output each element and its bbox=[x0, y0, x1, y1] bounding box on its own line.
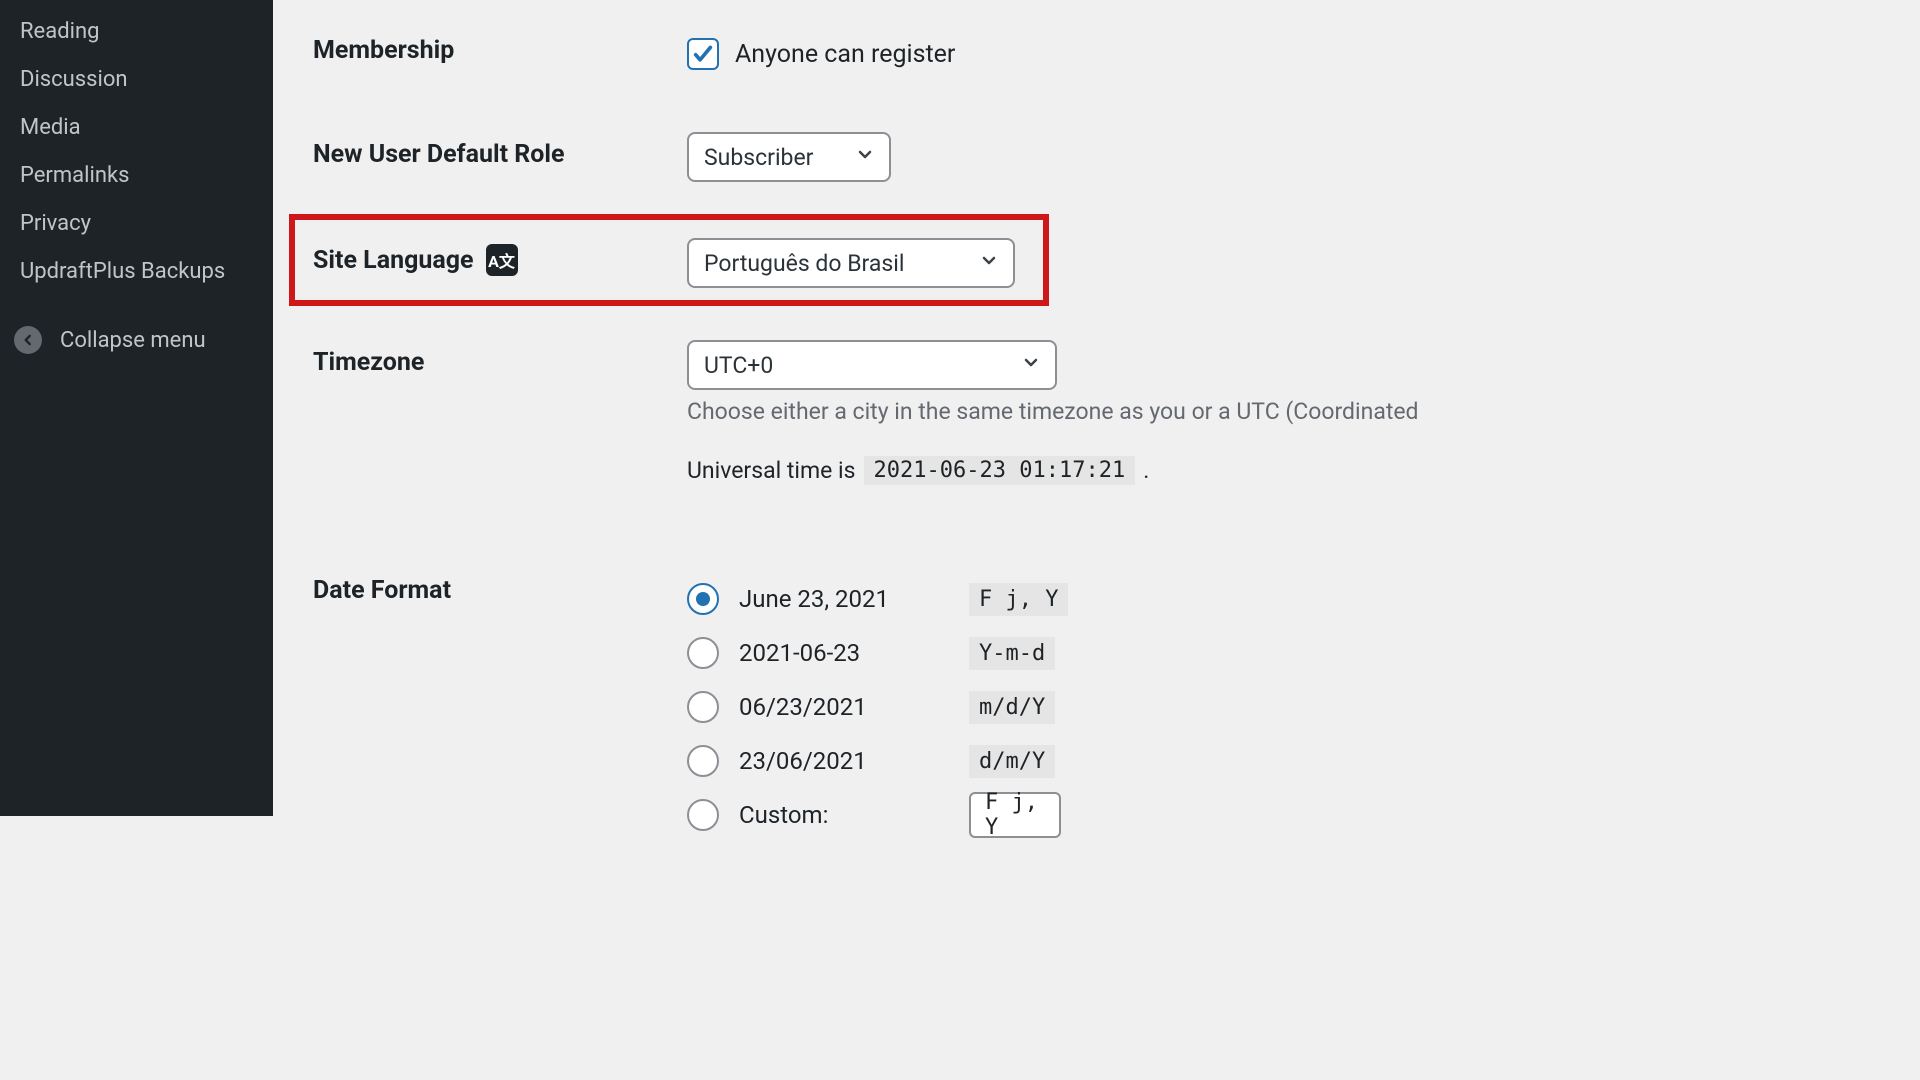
radio-button[interactable] bbox=[687, 691, 719, 723]
default-role-select[interactable]: Subscriber bbox=[687, 132, 891, 182]
date-format-label: Date Format bbox=[313, 576, 451, 605]
sidebar-item-privacy[interactable]: Privacy bbox=[0, 200, 273, 248]
date-format-custom-input[interactable]: F j, Y bbox=[969, 792, 1061, 838]
date-format-code: Y-m-d bbox=[969, 637, 1055, 670]
radio-button[interactable] bbox=[687, 583, 719, 615]
chevron-down-icon bbox=[855, 144, 875, 171]
timezone-label: Timezone bbox=[313, 348, 424, 377]
sidebar-item-permalinks[interactable]: Permalinks bbox=[0, 152, 273, 200]
timezone-universal-line: Universal time is 2021-06-23 01:17:21 . bbox=[687, 456, 1149, 485]
site-language-label-text: Site Language bbox=[313, 246, 474, 275]
site-language-label: Site Language A文 bbox=[313, 244, 518, 276]
timezone-universal-value: 2021-06-23 01:17:21 bbox=[864, 456, 1136, 485]
chevron-down-icon bbox=[979, 250, 999, 277]
admin-sidebar: Reading Discussion Media Permalinks Priv… bbox=[0, 0, 273, 816]
date-format-code: m/d/Y bbox=[969, 691, 1055, 724]
date-format-code: d/m/Y bbox=[969, 745, 1055, 778]
site-language-value: Português do Brasil bbox=[704, 250, 904, 277]
collapse-menu-button[interactable]: Collapse menu bbox=[0, 316, 273, 364]
collapse-menu-label: Collapse menu bbox=[60, 328, 206, 353]
timezone-description: Choose either a city in the same timezon… bbox=[687, 398, 1419, 425]
sidebar-item-updraftplus[interactable]: UpdraftPlus Backups bbox=[0, 248, 273, 296]
date-format-custom-label: Custom: bbox=[739, 801, 969, 829]
membership-label: Membership bbox=[313, 36, 454, 65]
site-language-select[interactable]: Português do Brasil bbox=[687, 238, 1015, 288]
default-role-value: Subscriber bbox=[704, 144, 813, 171]
translate-icon: A文 bbox=[486, 244, 518, 276]
sidebar-item-reading[interactable]: Reading bbox=[0, 8, 273, 56]
chevron-down-icon bbox=[1021, 352, 1041, 379]
date-format-code: F j, Y bbox=[969, 583, 1068, 616]
timezone-select[interactable]: UTC+0 bbox=[687, 340, 1057, 390]
sidebar-item-discussion[interactable]: Discussion bbox=[0, 56, 273, 104]
date-format-option-label: June 23, 2021 bbox=[739, 585, 969, 613]
sidebar-item-media[interactable]: Media bbox=[0, 104, 273, 152]
membership-checkbox[interactable] bbox=[687, 38, 719, 70]
date-format-option-label: 06/23/2021 bbox=[739, 693, 969, 721]
membership-checkbox-label[interactable]: Anyone can register bbox=[735, 40, 955, 69]
radio-button[interactable] bbox=[687, 799, 719, 831]
timezone-universal-suffix: . bbox=[1143, 457, 1149, 484]
radio-button[interactable] bbox=[687, 637, 719, 669]
settings-main: Membership Anyone can register New User … bbox=[273, 0, 1920, 1080]
date-format-option-label: 2021-06-23 bbox=[739, 639, 969, 667]
date-format-codes: F j, Y Y-m-d m/d/Y d/m/Y F j, Y bbox=[969, 572, 1068, 842]
date-format-option-label: 23/06/2021 bbox=[739, 747, 969, 775]
timezone-universal-prefix: Universal time is bbox=[687, 457, 856, 484]
timezone-value: UTC+0 bbox=[704, 352, 773, 379]
collapse-icon bbox=[14, 326, 42, 354]
radio-button[interactable] bbox=[687, 745, 719, 777]
default-role-label: New User Default Role bbox=[313, 140, 565, 169]
